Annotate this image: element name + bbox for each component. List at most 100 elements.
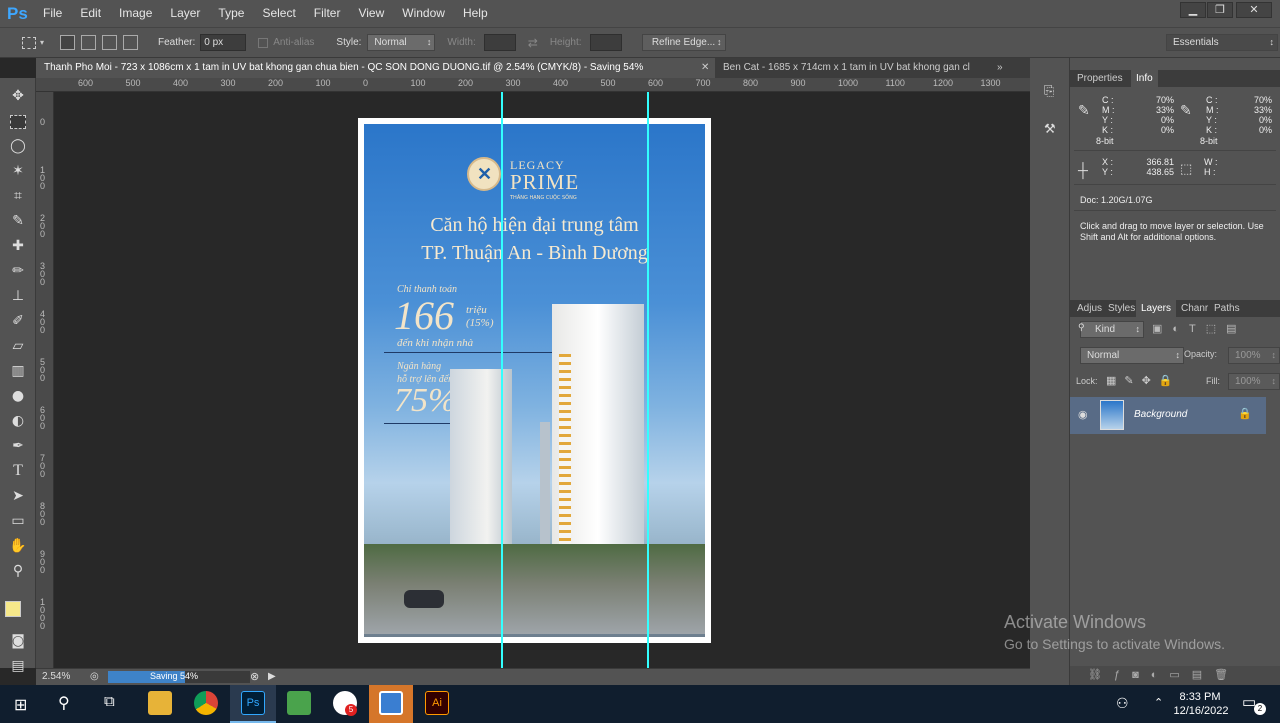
blur-tool-icon[interactable]: ●	[8, 386, 28, 406]
info-y-label: Y :	[1102, 115, 1113, 125]
style-select[interactable]: Normal	[367, 34, 436, 51]
lock-icons[interactable]: ▦✎✥🔒	[1106, 374, 1181, 387]
guide-line[interactable]	[501, 92, 503, 668]
search-icon[interactable]: ⚲	[58, 693, 70, 713]
eraser-icon[interactable]: ▱	[8, 336, 28, 356]
marquee-tool-icon[interactable]	[10, 115, 26, 129]
dodge-tool-icon[interactable]: ◐	[8, 411, 28, 431]
zoom-tool-icon[interactable]: ⚲	[8, 561, 28, 581]
play-icon[interactable]: ▶	[268, 671, 276, 682]
width-input[interactable]	[483, 34, 516, 51]
status-bar: 2.54% ◎ Saving 54% ⊗ ▶	[36, 668, 1030, 685]
intersect-selection-icon[interactable]	[123, 35, 139, 50]
visibility-eye-icon[interactable]: ◉	[1078, 408, 1088, 421]
fill-input[interactable]: 100%	[1228, 373, 1280, 390]
workspace-select[interactable]: Essentials	[1166, 34, 1278, 51]
chevron-up-icon[interactable]: ⌃	[1154, 696, 1163, 709]
info-c-label: C :	[1206, 95, 1218, 105]
swap-icon[interactable]: ⇄	[528, 36, 538, 50]
ruler-tick-label: 1000	[838, 78, 859, 88]
tab-properties[interactable]: Properties	[1072, 70, 1128, 87]
magic-wand-icon[interactable]: ✶	[8, 161, 28, 181]
clock-time[interactable]: 8:33 PM	[1172, 691, 1228, 703]
tool-presets-icon[interactable]: ⚒	[1044, 122, 1056, 137]
close-tab-icon[interactable]: ✕	[701, 58, 715, 78]
tab-adjustments[interactable]: Adjus	[1072, 300, 1107, 317]
crop-tool-icon[interactable]: ⌗	[8, 186, 28, 206]
menu-view[interactable]: View	[349, 0, 393, 27]
subtract-selection-icon[interactable]	[102, 35, 118, 50]
menu-filter[interactable]: Filter	[305, 0, 350, 27]
tabs-overflow-icon[interactable]: »	[997, 58, 1013, 78]
screen-mode-icon[interactable]: ▤	[8, 656, 28, 676]
cancel-icon[interactable]: ⊗	[250, 670, 259, 683]
info-y1: 0%	[1160, 115, 1174, 125]
menu-layer[interactable]: Layer	[161, 0, 209, 27]
add-selection-icon[interactable]	[81, 35, 97, 50]
menu-window[interactable]: Window	[393, 0, 454, 27]
layer-action-icons[interactable]: ⛓ƒ◙◐▭▤🗑	[1088, 668, 1240, 681]
foreground-color-swatch[interactable]	[5, 601, 21, 617]
divider	[1074, 210, 1276, 211]
illustrator-icon[interactable]: Ai	[425, 691, 449, 715]
menu-select[interactable]: Select	[253, 0, 304, 27]
people-icon[interactable]: ⚇	[1116, 695, 1129, 712]
zoom-level[interactable]: 2.54%	[42, 671, 70, 682]
type-tool-icon[interactable]: T	[8, 461, 28, 481]
photoshop-taskbar-icon[interactable]: Ps	[241, 691, 265, 715]
menu-help[interactable]: Help	[454, 0, 497, 27]
right-panels: Properties Info ✎ C : M : Y : K : 70% 33…	[1070, 58, 1280, 685]
chevron-down-icon[interactable]: ▾	[40, 38, 44, 47]
gradient-tool-icon[interactable]: ▥	[8, 361, 28, 381]
windows-start-icon[interactable]: ⊞	[14, 695, 27, 715]
minimize-button[interactable]: ▁	[1180, 2, 1206, 18]
quick-mask-icon[interactable]: ◙	[8, 631, 28, 651]
tab-info[interactable]: Info	[1131, 70, 1158, 87]
tab-paths[interactable]: Paths	[1209, 300, 1245, 317]
app-green-icon[interactable]	[287, 691, 311, 715]
teamviewer-icon[interactable]	[379, 691, 403, 715]
tab-thanh-pho-moi[interactable]: Thanh Pho Moi - 723 x 1086cm x 1 tam in …	[36, 58, 701, 78]
lasso-tool-icon[interactable]: ◯	[8, 136, 28, 156]
path-selection-icon[interactable]: ➤	[8, 486, 28, 506]
chrome-icon[interactable]	[194, 691, 218, 715]
guide-line[interactable]	[647, 92, 649, 668]
kind-filter-select[interactable]: Kind	[1080, 321, 1144, 338]
marquee-tool-icon[interactable]	[22, 36, 36, 49]
refine-edge-button[interactable]: Refine Edge...	[641, 34, 726, 51]
restore-button[interactable]: ❐	[1207, 2, 1233, 18]
clock-date[interactable]: 12/16/2022	[1170, 705, 1232, 717]
pen-tool-icon[interactable]: ✒	[8, 436, 28, 456]
menu-file[interactable]: File	[34, 0, 71, 27]
file-explorer-icon[interactable]	[148, 691, 172, 715]
height-input[interactable]	[589, 34, 622, 51]
healing-brush-icon[interactable]: ✚	[8, 236, 28, 256]
clone-stamp-icon[interactable]: ⊥	[8, 286, 28, 306]
brush-tool-icon[interactable]: ✏	[8, 261, 28, 281]
layer-row-background[interactable]: ◉ Background 🔒	[1070, 397, 1266, 434]
eyedropper-icon[interactable]: ✎	[8, 211, 28, 231]
tab-channels[interactable]: Chanr	[1176, 300, 1213, 317]
new-selection-icon[interactable]	[60, 35, 76, 50]
blend-mode-select[interactable]: Normal	[1080, 347, 1184, 364]
close-button[interactable]: ✕	[1236, 2, 1272, 18]
feather-input[interactable]: 0 px	[200, 34, 247, 51]
tab-styles[interactable]: Styles	[1103, 300, 1140, 317]
menu-image[interactable]: Image	[110, 0, 161, 27]
document-canvas[interactable]: ✕ LEGACY PRIME THĂNG HẠNG CUỘC SỐNG Căn …	[358, 118, 711, 643]
menu-type[interactable]: Type	[209, 0, 253, 27]
move-tool-icon[interactable]: ✥	[8, 86, 28, 106]
menu-edit[interactable]: Edit	[71, 0, 110, 27]
hand-tool-icon[interactable]: ✋	[8, 536, 28, 556]
opacity-input[interactable]: 100%	[1228, 347, 1280, 364]
task-view-icon[interactable]: ⧉	[104, 693, 115, 710]
antialias-checkbox[interactable]	[258, 37, 269, 48]
info-icon[interactable]: ◎	[90, 671, 99, 682]
tab-layers[interactable]: Layers	[1136, 300, 1177, 317]
ruler-tick-label: 100	[410, 78, 426, 88]
layer-filter-icons[interactable]: ▣◐T⬚▤	[1152, 322, 1247, 335]
history-icon[interactable]: ⎘	[1044, 84, 1054, 99]
tab-ben-cat[interactable]: Ben Cat - 1685 x 714cm x 1 tam in UV bat…	[715, 58, 997, 78]
history-brush-icon[interactable]: ✐	[8, 311, 28, 331]
shape-tool-icon[interactable]: ▭	[8, 511, 28, 531]
